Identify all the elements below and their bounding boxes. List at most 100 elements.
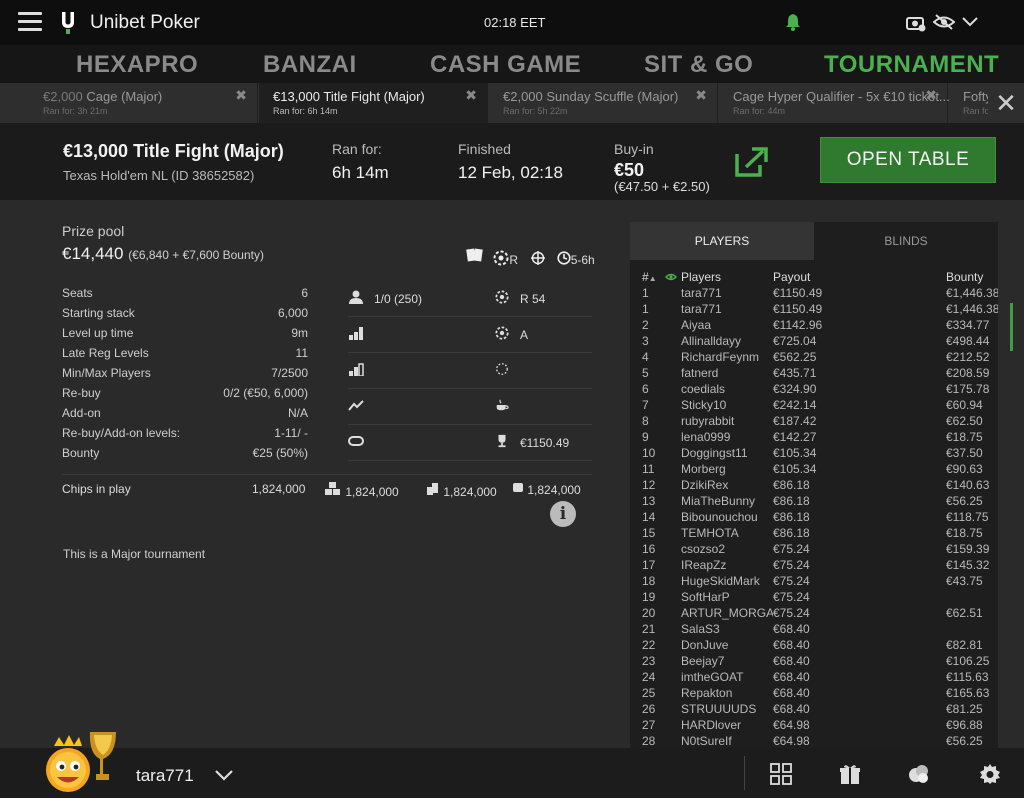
- table-row[interactable]: 7 Sticky10 €242.14 €60.94: [630, 398, 998, 414]
- col-rank[interactable]: #▲: [642, 270, 657, 284]
- player-payout: €86.18: [773, 526, 810, 540]
- player-rank: 15: [642, 526, 656, 540]
- player-name: Bibounouchou: [681, 510, 758, 524]
- table-row[interactable]: 24 imtheGOAT €68.40 €115.63: [630, 670, 998, 686]
- table-row[interactable]: 12 DzikiRex €86.18 €140.63: [630, 478, 998, 494]
- stat-value: 0/2 (€50, 6,000): [223, 386, 308, 400]
- close-tab-icon[interactable]: ✖: [925, 87, 937, 104]
- table-row[interactable]: 3 Allinalldayy €725.04 €498.44: [630, 334, 998, 350]
- chip-stack-medium: 1,824,000: [426, 480, 497, 499]
- tab-cage-hyper-qualifier[interactable]: Cage Hyper Qualifier - 5x €10 ticket... …: [719, 83, 950, 123]
- bell-icon[interactable]: [785, 13, 801, 31]
- settings-gear-icon[interactable]: [979, 763, 1001, 785]
- nav-banzai[interactable]: BANZAI: [263, 51, 357, 79]
- tournament-badges: R 5-6h: [466, 247, 595, 267]
- col-rank-label: #: [642, 270, 649, 284]
- username[interactable]: tara771: [136, 766, 194, 786]
- table-row[interactable]: 15 TEMHOTA €86.18 €18.75: [630, 526, 998, 542]
- close-tab-icon[interactable]: ✖: [695, 87, 707, 104]
- player-rank: 28: [642, 734, 656, 748]
- table-row[interactable]: 25 Repakton €68.40 €165.63: [630, 686, 998, 702]
- table-row[interactable]: 13 MiaTheBunny €86.18 €56.25: [630, 494, 998, 510]
- table-row[interactable]: 6 coedials €324.90 €175.78: [630, 382, 998, 398]
- table-row[interactable]: 26 STRUUUUDS €68.40 €81.25: [630, 702, 998, 718]
- tab-cage-major[interactable]: €2,000 Cage (Major) Ran for: 3h 21m ✖: [29, 83, 258, 123]
- player-payout: €75.24: [773, 542, 810, 556]
- player-name: ARTUR_MORGAN: [681, 606, 773, 620]
- table-row[interactable]: 2 Aiyaa €1142.96 €334.77: [630, 318, 998, 334]
- close-tab-icon[interactable]: ✖: [465, 87, 477, 104]
- chips-value: 1,824,000: [252, 482, 306, 496]
- chip-stack-small-icon: [513, 483, 523, 492]
- table-row[interactable]: 28 N0tSureIf €64.98 €56.25: [630, 734, 998, 748]
- cashier-icon[interactable]: [906, 14, 926, 32]
- col-payout[interactable]: Payout: [773, 270, 810, 284]
- table-row[interactable]: 8 rubyrabbit €187.42 €62.50: [630, 414, 998, 430]
- tab-players[interactable]: PLAYERS: [630, 222, 814, 260]
- chip-stack-large: 1,824,000: [324, 480, 399, 499]
- player-bounty: €96.88: [946, 718, 983, 732]
- col-players[interactable]: Players: [681, 270, 773, 284]
- tab-title-fight[interactable]: €13,000 Title Fight (Major) Ran for: 6h …: [259, 83, 488, 123]
- info-icon[interactable]: i: [550, 501, 576, 527]
- table-row[interactable]: 5 fatnerd €435.71 €208.59: [630, 366, 998, 382]
- chips-label: Chips in play: [62, 482, 131, 496]
- tab-sunday-scuffle[interactable]: €2,000 Sunday Scuffle (Major) Ran for: 5…: [489, 83, 718, 123]
- col-bounty[interactable]: Bounty: [946, 270, 983, 284]
- chevron-down-icon[interactable]: [215, 768, 233, 782]
- table-row[interactable]: 1 tara771 €1150.49 €1,446.38: [630, 302, 998, 318]
- table-row[interactable]: 16 csozso2 €75.24 €159.39: [630, 542, 998, 558]
- promotions-chips-icon[interactable]: [908, 763, 930, 785]
- player-payout: €68.40: [773, 654, 810, 668]
- player-rank: 1: [642, 302, 649, 316]
- nav-tournament[interactable]: TOURNAMENT: [824, 51, 999, 79]
- player-payout: €1150.49: [773, 286, 823, 300]
- avatar[interactable]: [42, 726, 122, 794]
- stat-value: €25 (50%): [252, 446, 308, 460]
- table-row[interactable]: 19 SoftHarP €75.24: [630, 590, 998, 606]
- nav-sit-and-go[interactable]: SIT & GO: [644, 51, 753, 79]
- finished-value: 12 Feb, 02:18: [458, 163, 563, 182]
- close-tab-icon[interactable]: ✖: [235, 87, 247, 104]
- eye-icon[interactable]: [664, 271, 678, 285]
- table-row[interactable]: 1 tara771 €1150.49 €1,446.38: [630, 286, 998, 302]
- chevron-down-icon[interactable]: [962, 15, 978, 27]
- external-link-icon[interactable]: [733, 146, 769, 178]
- close-all-tabs-icon[interactable]: ✕: [988, 83, 1024, 123]
- scrollbar-thumb[interactable]: [1010, 303, 1013, 351]
- player-rank: 17: [642, 558, 656, 572]
- chips-value: 1,824,000: [345, 485, 399, 499]
- table-row[interactable]: 11 Morberg €105.34 €90.63: [630, 462, 998, 478]
- table-row[interactable]: 20 ARTUR_MORGAN €75.24 €62.51: [630, 606, 998, 622]
- player-bounty: €56.25: [946, 494, 983, 508]
- table-row[interactable]: 4 RichardFeynm €562.25 €212.52: [630, 350, 998, 366]
- table-row[interactable]: 9 lena0999 €142.27 €18.75: [630, 430, 998, 446]
- table-row[interactable]: 10 Doggingst11 €105.34 €37.50: [630, 446, 998, 462]
- break-cup-icon: [496, 399, 509, 411]
- tab-name: €2,000 Sunday Scuffle (Major): [503, 89, 679, 104]
- player-bounty: €1,446.38: [946, 302, 998, 316]
- open-table-button[interactable]: OPEN TABLE: [820, 137, 996, 183]
- stat-row: Seats 6: [62, 286, 308, 306]
- player-rank: 7: [642, 398, 649, 412]
- table-row[interactable]: 18 HugeSkidMark €75.24 €43.75: [630, 574, 998, 590]
- table-row[interactable]: 17 IReapZz €75.24 €145.32: [630, 558, 998, 574]
- hide-eye-icon[interactable]: [933, 13, 955, 31]
- player-payout: €68.40: [773, 622, 810, 636]
- table-row[interactable]: 14 Bibounouchou €86.18 €118.75: [630, 510, 998, 526]
- table-row[interactable]: 22 DonJuve €68.40 €82.81: [630, 638, 998, 654]
- player-payout: €324.90: [773, 382, 817, 396]
- stat-row: Bounty €25 (50%): [62, 446, 308, 466]
- lobby-grid-icon[interactable]: [770, 763, 792, 785]
- table-row[interactable]: 21 SalaS3 €68.40: [630, 622, 998, 638]
- tab-blinds[interactable]: BLINDS: [814, 222, 998, 260]
- table-row[interactable]: 27 HARDlover €64.98 €96.88: [630, 718, 998, 734]
- nav-hexapro[interactable]: HEXAPRO: [76, 51, 198, 79]
- player-name: Beejay7: [681, 654, 725, 668]
- menu-icon[interactable]: [18, 12, 42, 32]
- table-row[interactable]: 23 Beejay7 €68.40 €106.25: [630, 654, 998, 670]
- tournament-title: €13,000 Title Fight (Major): [63, 141, 284, 161]
- stat-label: Late Reg Levels: [62, 346, 149, 360]
- gift-icon[interactable]: [839, 763, 861, 785]
- nav-cash-game[interactable]: CASH GAME: [430, 51, 581, 79]
